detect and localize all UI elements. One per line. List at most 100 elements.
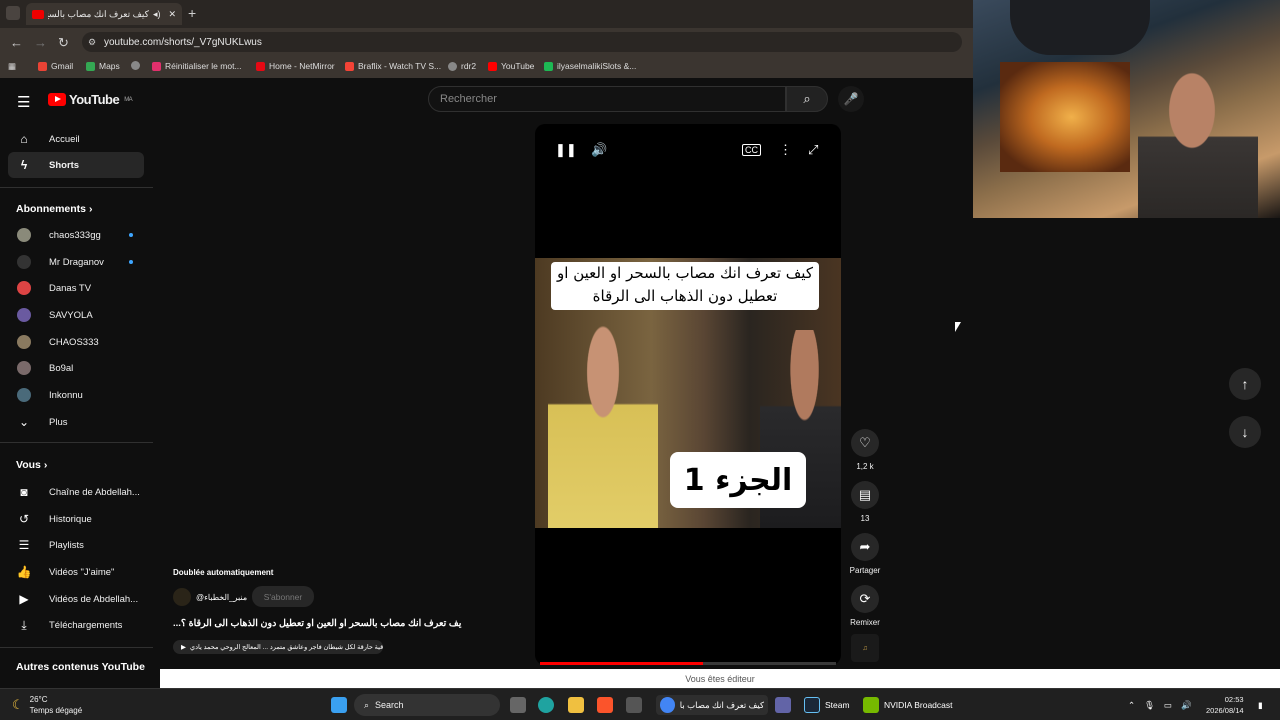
sidebar-item-subscription[interactable]: CHAOS333 — [8, 329, 144, 355]
url-text: youtube.com/shorts/_V7gNUKLwus — [104, 36, 262, 48]
steam-icon — [804, 697, 820, 713]
bookmark-reset-password[interactable]: Réinitialiser le mot... — [152, 61, 242, 71]
sidebar-divider — [0, 187, 153, 188]
fullscreen-icon[interactable]: ⤢ — [808, 142, 818, 158]
taskbar-steam[interactable]: Steam — [804, 695, 850, 715]
channel-row[interactable]: @منبر_الخطباء — [173, 588, 247, 606]
sidebar-item-home[interactable]: ⌂ Accueil — [8, 126, 144, 152]
sidebar-item-downloads[interactable]: ⤓ Téléchargements — [8, 612, 144, 638]
bookmark-slots[interactable]: ilyaselmalikiSlots &... — [544, 61, 636, 71]
search-button[interactable]: ⌕ — [786, 86, 828, 112]
previous-short-button[interactable]: ↑ — [1229, 368, 1261, 400]
next-short-button[interactable]: ↓ — [1229, 416, 1261, 448]
share-icon: ➦ — [859, 539, 871, 554]
moon-weather-icon: ☾ — [12, 697, 24, 712]
sidebar-item-liked-videos[interactable]: 👍 Vidéos "J'aime" — [8, 559, 144, 585]
bookmark-globe[interactable] — [131, 61, 140, 70]
shorts-icon: ϟ — [20, 158, 28, 172]
sound-chip[interactable]: ▶ رقية حارقة لكل شيطان فاجر وعاشق متمرد … — [173, 640, 383, 654]
search-input[interactable]: Rechercher — [428, 86, 786, 112]
taskbar-nvidia-broadcast[interactable]: NVIDIA Broadcast — [863, 695, 953, 715]
taskbar-search[interactable]: ⌕ Search — [354, 694, 500, 716]
system-tray[interactable]: ⌃ 🎙 ▭ 🔊 — [1128, 695, 1192, 715]
subscriptions-header[interactable]: Abonnements › — [16, 203, 92, 215]
sidebar-item-subscription[interactable]: Danas TV — [8, 275, 144, 301]
url-field[interactable]: ⚙ youtube.com/shorts/_V7gNUKLwus — [82, 32, 962, 52]
bookmark-youtube[interactable]: YouTube — [488, 61, 534, 71]
site-info-icon[interactable]: ⚙ — [88, 37, 96, 48]
taskbar-chrome-window[interactable]: كيف تعرف انك مصاب بالا — [656, 695, 768, 715]
bookmark-gmail[interactable]: Gmail — [38, 61, 73, 71]
task-view-icon — [510, 697, 526, 713]
short-title[interactable]: ...يف تعرف انك مصاب بالسحر او العين او ت… — [173, 618, 493, 629]
taskbar-store[interactable] — [626, 695, 642, 715]
sidebar-item-your-videos[interactable]: ▶ Vidéos de Abdellah... — [8, 586, 144, 612]
volume-icon[interactable]: 🔊 — [591, 142, 607, 158]
sidebar-item-channel[interactable]: ◙ Chaîne de Abdellah... — [8, 479, 144, 505]
braflix-icon — [345, 61, 354, 71]
tab-actions-button[interactable] — [6, 6, 20, 20]
taskbar-edge[interactable] — [538, 695, 554, 715]
sound-title: رقية حارقة لكل شيطان فاجر وعاشق متمرد ..… — [190, 644, 383, 651]
brave-icon — [597, 697, 613, 713]
taskbar-task-view[interactable] — [510, 695, 526, 715]
sidebar-item-subscription[interactable]: Mr Draganov — [8, 249, 144, 275]
editor-notice-bar: Vous êtes éditeur — [160, 669, 1280, 688]
reload-icon[interactable]: ↻ — [58, 35, 69, 51]
bookmark-maps[interactable]: Maps — [86, 61, 120, 71]
browser-tab[interactable]: كيف تعرف انك مصاب بالسح ◂) ✕ — [26, 3, 182, 25]
you-header[interactable]: Vous › — [16, 459, 47, 471]
weather-desc: Temps dégagé — [29, 706, 83, 715]
more-vert-icon[interactable]: ⋮ — [779, 142, 792, 158]
chevron-right-icon: › — [43, 459, 48, 471]
taskbar-brave[interactable] — [597, 695, 613, 715]
bookmark-braflix[interactable]: Braflix - Watch TV S... — [345, 61, 441, 71]
remix-button[interactable]: ⟳ — [851, 585, 879, 613]
start-button[interactable] — [331, 695, 347, 715]
captions-icon[interactable]: CC — [742, 144, 761, 156]
forward-arrow-icon[interactable]: → — [34, 35, 47, 50]
taskbar-teams[interactable] — [775, 695, 791, 715]
other-youtube-header: Autres contenus YouTube — [16, 661, 145, 673]
bookmarks-bar: ▦ Gmail Maps Réinitialiser le mot... Hom… — [0, 56, 973, 78]
sidebar-item-history[interactable]: ↺ Historique — [8, 506, 144, 532]
sidebar-item-shorts[interactable]: ϟ Shorts — [8, 152, 144, 178]
sidebar-item-more[interactable]: ⌄ Plus — [8, 409, 144, 435]
apps-grid-icon[interactable]: ▦ — [8, 61, 16, 72]
weather-widget[interactable]: ☾ 26°C Temps dégagé — [12, 694, 82, 716]
new-tab-button[interactable]: + — [188, 5, 196, 21]
menu-hamburger-icon[interactable]: ☰ — [17, 93, 30, 111]
avatar — [17, 361, 31, 375]
youtube-logo[interactable]: YouTube MA — [48, 92, 133, 107]
comment-icon: ▤ — [858, 487, 872, 502]
notifications-button[interactable]: ▮ — [1258, 695, 1263, 715]
tab-close-icon[interactable]: ✕ — [168, 9, 176, 20]
share-button[interactable]: ➦ — [851, 533, 879, 561]
microphone-icon: 🎙 — [1144, 699, 1155, 710]
sound-thumbnail-icon[interactable]: ♫ — [851, 634, 879, 662]
bookmark-netmirror[interactable]: Home - NetMirror — [256, 61, 335, 71]
voice-search-button[interactable]: 🎤 — [838, 86, 864, 112]
clock[interactable]: 02:53 2026/08/14 — [1206, 694, 1244, 716]
weather-temp: 26°C — [29, 695, 48, 704]
bookmark-rdr2[interactable]: rdr2 — [448, 61, 476, 71]
pause-icon[interactable]: ❚❚ — [555, 142, 577, 158]
sidebar-item-subscription[interactable]: Inkonnu — [8, 382, 144, 408]
tab-audio-icon[interactable]: ◂) — [153, 9, 161, 20]
sidebar-item-subscription[interactable]: Bo9al — [8, 355, 144, 381]
avatar — [17, 228, 31, 242]
sidebar-item-subscription[interactable]: SAVYOLA — [8, 302, 144, 328]
comments-button[interactable]: ▤ — [851, 481, 879, 509]
subscribe-button[interactable]: S'abonner — [252, 586, 314, 607]
remix-icon: ⟳ — [859, 591, 871, 606]
back-arrow-icon[interactable]: ← — [10, 35, 23, 50]
taskbar-explorer[interactable] — [568, 695, 584, 715]
youtube-icon — [488, 61, 497, 71]
sidebar-item-playlists[interactable]: ☰ Playlists — [8, 532, 144, 558]
like-count: 1,2 k — [856, 462, 874, 471]
sidebar-item-subscription[interactable]: chaos333gg — [8, 222, 144, 248]
rdr2-icon — [448, 61, 457, 71]
like-button[interactable]: ♡ — [851, 429, 879, 457]
chrome-icon — [660, 697, 676, 713]
video-progress-bar[interactable] — [540, 662, 836, 665]
